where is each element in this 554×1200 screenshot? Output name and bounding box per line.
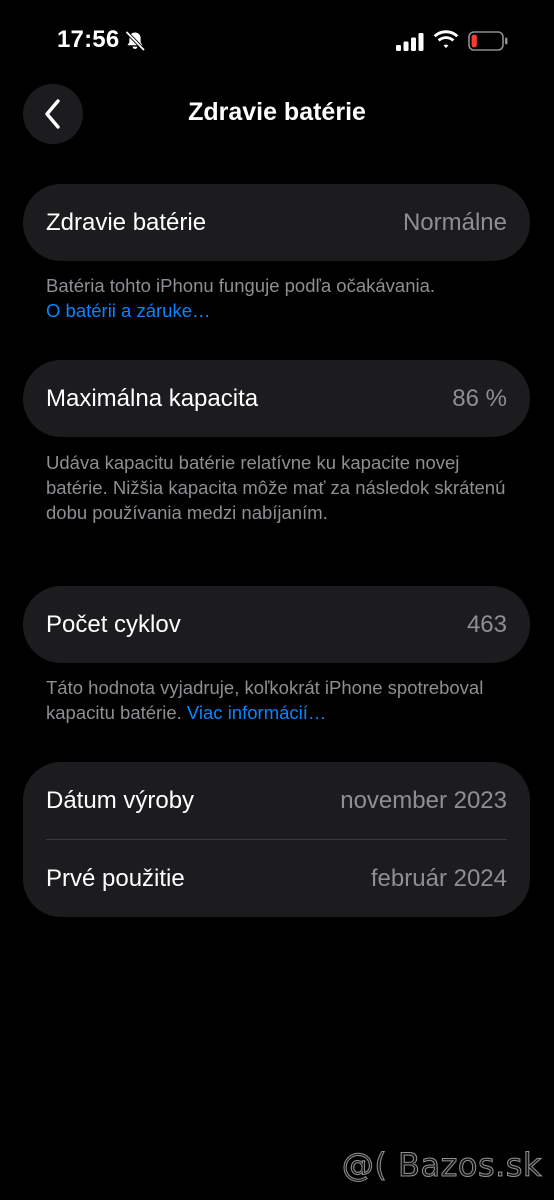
bell-slash-icon [124, 30, 146, 52]
first-use-row: Prvé použitie február 2024 [23, 840, 530, 917]
battery-warranty-link[interactable]: O batérii a záruke… [46, 298, 516, 323]
cycle-count-card: Počet cyklov 463 [23, 586, 530, 663]
battery-health-description: Batéria tohto iPhonu funguje podľa očaká… [46, 275, 436, 296]
page-title: Zdravie batérie [188, 98, 366, 126]
status-bar: 17:56 [0, 0, 554, 80]
battery-low-icon [468, 31, 508, 51]
battery-health-value: Normálne [402, 208, 507, 236]
bazos-watermark: @( Bazos.sk [341, 1146, 542, 1185]
battery-health-screen: 17:56 Zdravie batérie Zdravie batérie No… [0, 0, 554, 1200]
manufacture-date-value: november 2023 [340, 786, 507, 814]
battery-health-label: Zdravie batérie [46, 208, 207, 236]
manufacture-date-row: Dátum výroby november 2023 [23, 762, 530, 839]
more-info-link[interactable]: Viac informácií… [187, 702, 326, 723]
dates-card: Dátum výroby november 2023 Prvé použitie… [23, 762, 530, 917]
max-capacity-value: 86 % [452, 384, 507, 412]
max-capacity-label: Maximálna kapacita [46, 384, 259, 412]
manufacture-date-label: Dátum výroby [46, 786, 195, 814]
cycle-count-value: 463 [466, 610, 507, 638]
battery-health-card: Zdravie batérie Normálne [23, 184, 530, 261]
battery-health-footnote: Batéria tohto iPhonu funguje podľa očaká… [46, 273, 516, 323]
max-capacity-footnote: Udáva kapacitu batérie relatívne ku kapa… [46, 452, 506, 523]
status-time: 17:56 [57, 26, 120, 53]
first-use-value: február 2024 [370, 864, 507, 892]
max-capacity-card: Maximálna kapacita 86 % [23, 360, 530, 437]
cycle-count-footnote: Táto hodnota vyjadruje, koľkokrát iPhone… [46, 675, 516, 725]
wifi-icon [433, 30, 459, 51]
first-use-label: Prvé použitie [46, 864, 185, 892]
cycle-count-label: Počet cyklov [46, 610, 181, 638]
signal-icon [396, 33, 424, 51]
battery-health-row: Zdravie batérie Normálne [23, 184, 530, 261]
max-capacity-row: Maximálna kapacita 86 % [23, 360, 530, 437]
cycle-count-row: Počet cyklov 463 [23, 586, 530, 663]
